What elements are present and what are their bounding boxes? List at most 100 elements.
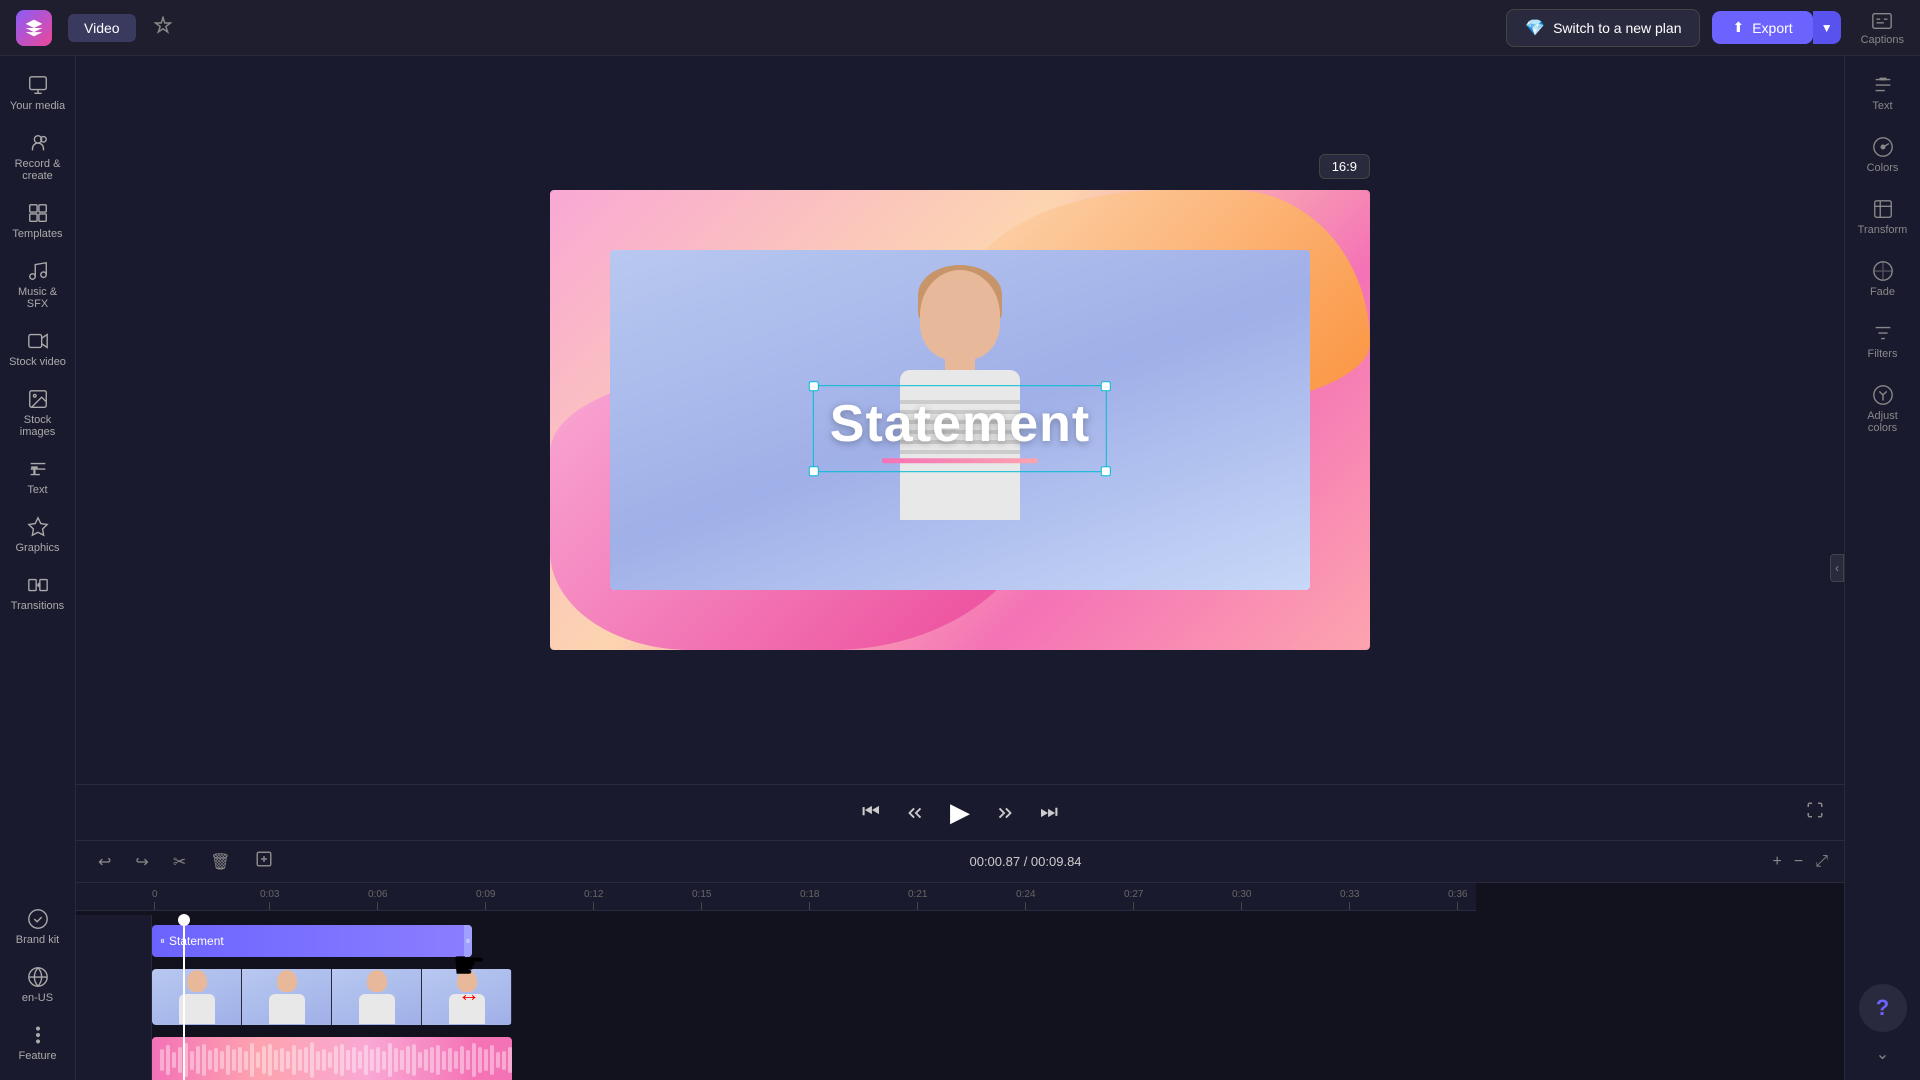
skip-forward-button[interactable]: ⏭ [1040, 801, 1058, 824]
ruler-mark-9: 0:09 [476, 889, 495, 910]
text-overlay[interactable]: Statement [813, 385, 1107, 472]
sidebar-item-transitions[interactable]: Transitions [3, 564, 73, 622]
video-thumb-2 [242, 969, 332, 1025]
play-pause-button[interactable]: ▶ [950, 797, 970, 828]
app-logo [16, 10, 52, 46]
aspect-ratio-badge[interactable]: 16:9 [1319, 154, 1370, 179]
text-clip[interactable]: ⏸ Statement ⏸ [152, 925, 472, 957]
track-container: ⏸ Statement ⏸ [76, 915, 1476, 1080]
right-panel-text[interactable]: Text [1848, 64, 1918, 122]
switch-plan-button[interactable]: 💎 Switch to a new plan [1506, 9, 1700, 47]
add-to-timeline-button[interactable] [249, 846, 279, 877]
sidebar-item-your-media[interactable]: Your media [3, 64, 73, 122]
sidebar-item-stock-video[interactable]: Stock video [3, 320, 73, 378]
ruler-mark-27: 0:27 [1124, 889, 1143, 910]
sidebar-item-brand-kit[interactable]: Brand kit [3, 898, 73, 956]
main-area: Your media Record & create Templates [0, 56, 1920, 1080]
video-thumb-3 [332, 969, 422, 1025]
ruler-area: 0 0:03 0:06 [152, 883, 1476, 910]
delete-button[interactable]: 🗑 [204, 848, 236, 876]
clip-drag-handle[interactable]: ⏸ [464, 925, 472, 957]
text-selection-box[interactable]: Statement [813, 385, 1107, 472]
canvas-outer: 16:9 [550, 190, 1370, 650]
ruler-mark-15: 0:15 [692, 889, 711, 910]
timeline-ruler: 0 0:03 0:06 [76, 883, 1476, 911]
gem-icon: 💎 [1525, 18, 1545, 38]
inner-video-panel: Statement [610, 250, 1310, 590]
track-gutter [76, 915, 152, 1080]
ruler-mark-30: 0:30 [1232, 889, 1251, 910]
zoom-in-button[interactable]: + [1773, 853, 1782, 871]
video-track: ☛ ↔ [152, 967, 1476, 1027]
language-button[interactable]: en-US [3, 956, 73, 1014]
statement-text[interactable]: Statement [830, 394, 1090, 454]
sidebar-item-stock-images[interactable]: Stock images [3, 378, 73, 448]
timeline-inner: 0 0:03 0:06 [76, 883, 1476, 1080]
video-thumb-1 [152, 969, 242, 1025]
ruler-mark-0: 0 [152, 889, 158, 910]
skip-back-button[interactable]: ⏮ [862, 801, 880, 824]
ruler-mark-12: 0:12 [584, 889, 603, 910]
music-clip[interactable] [152, 1037, 512, 1080]
sidebar-item-graphics[interactable]: Graphics [3, 506, 73, 564]
video-clip[interactable] [152, 969, 512, 1025]
handle-bl[interactable] [809, 466, 819, 476]
collapse-panel-button[interactable]: ‹ [1830, 554, 1844, 582]
text-track: ⏸ Statement ⏸ [152, 923, 1476, 959]
help-button[interactable]: ? [1859, 984, 1907, 1032]
canvas-area: 16:9 [76, 56, 1844, 784]
tab-video[interactable]: Video [68, 14, 136, 42]
redo-button[interactable]: ↪ [129, 848, 154, 876]
forward-5-button[interactable] [994, 802, 1016, 824]
tab-magic-icon[interactable] [144, 10, 182, 45]
right-panel-fade[interactable]: Fade [1848, 250, 1918, 308]
handle-tr[interactable] [1101, 381, 1111, 391]
more-features-button[interactable]: Feature [3, 1014, 73, 1072]
ruler-mark-33: 0:33 [1340, 889, 1359, 910]
handle-tl[interactable] [809, 381, 819, 391]
center-right-area: 16:9 [76, 56, 1920, 1080]
export-button[interactable]: ⬆ Export [1712, 11, 1812, 44]
captions-button[interactable]: Captions [1861, 10, 1904, 46]
timeline-toolbar: ↩ ↪ ✂ 🗑 00:00.87 / 00:09.84 + − ⤢ [76, 841, 1844, 883]
left-sidebar: Your media Record & create Templates [0, 56, 76, 1080]
handle-br[interactable] [1101, 466, 1111, 476]
export-arrow-icon: ⬆ [1732, 19, 1744, 36]
fullscreen-button[interactable] [1806, 801, 1824, 825]
ruler-mark-21: 0:21 [908, 889, 927, 910]
ruler-mark-24: 0:24 [1016, 889, 1035, 910]
clip-pause-icon: ⏸ [160, 936, 165, 947]
chevron-down-button[interactable]: ⌄ [1868, 1036, 1897, 1072]
right-sidebar: ‹ Text Colors [1844, 56, 1920, 1080]
center-column: 16:9 [76, 56, 1844, 1080]
rewind-5-button[interactable] [904, 802, 926, 824]
export-group: ⬆ Export ▼ [1712, 11, 1840, 44]
person-head [920, 270, 1000, 360]
right-panel-adjust-colors[interactable]: Adjust colors [1848, 374, 1918, 444]
text-clip-label: Statement [169, 934, 224, 948]
playback-bar: ⏮ ▶ ⏭ [76, 784, 1844, 840]
cut-button[interactable]: ✂ [167, 848, 192, 876]
sidebar-item-text[interactable]: T Text [3, 448, 73, 506]
music-track [152, 1035, 1476, 1080]
right-panel-transform[interactable]: Transform [1848, 188, 1918, 246]
sidebar-item-record-create[interactable]: Record & create [3, 122, 73, 192]
ruler-mark-6: 0:06 [368, 889, 387, 910]
expand-timeline-button[interactable]: ⤢ [1815, 853, 1828, 871]
text-underline-decoration [882, 458, 1038, 463]
topbar: Video 💎 Switch to a new plan ⬆ Export ▼ … [0, 0, 1920, 56]
sidebar-item-music-sfx[interactable]: Music & SFX [3, 250, 73, 320]
svg-text:T: T [31, 466, 37, 476]
right-panel-filters[interactable]: Filters [1848, 312, 1918, 370]
sidebar-item-templates[interactable]: Templates [3, 192, 73, 250]
undo-button[interactable]: ↩ [92, 848, 117, 876]
waveform [152, 1037, 512, 1080]
right-panel-colors[interactable]: Colors [1848, 126, 1918, 184]
zoom-out-button[interactable]: − [1794, 853, 1803, 871]
timeline-time-display: 00:00.87 / 00:09.84 [291, 854, 1761, 869]
export-dropdown-button[interactable]: ▼ [1813, 11, 1841, 44]
playhead[interactable] [183, 915, 185, 1080]
timeline-scroll[interactable]: 0 0:03 0:06 [76, 883, 1844, 1080]
timeline-area: ↩ ↪ ✂ 🗑 00:00.87 / 00:09.84 + − ⤢ [76, 840, 1844, 1080]
video-canvas[interactable]: Statement [550, 190, 1370, 650]
